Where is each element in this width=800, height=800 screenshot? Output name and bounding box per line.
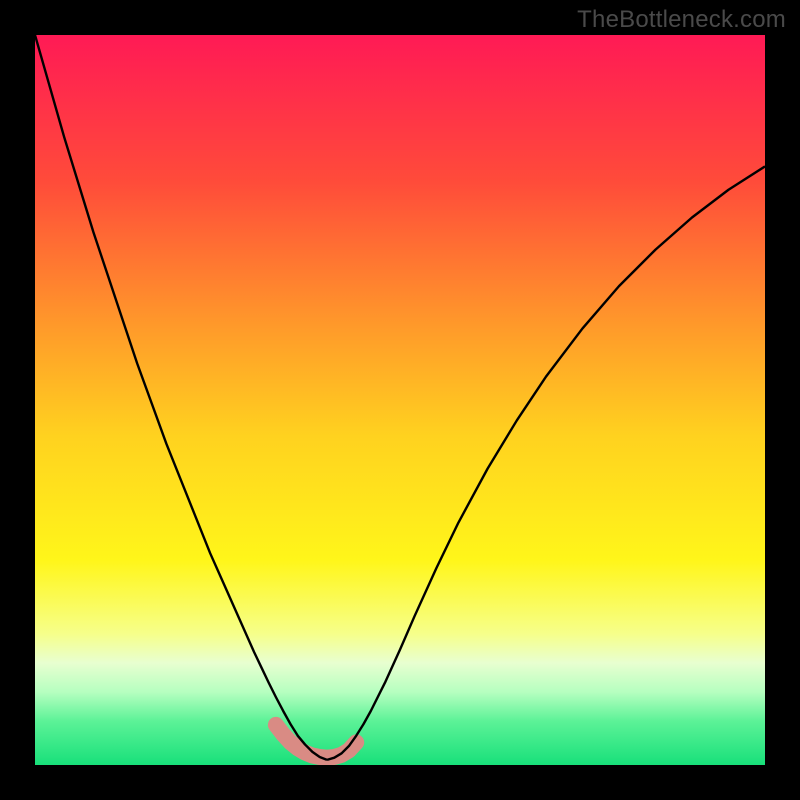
bottleneck-chart	[35, 35, 765, 765]
plot-area	[35, 35, 765, 765]
chart-frame: TheBottleneck.com	[0, 0, 800, 800]
attribution-label: TheBottleneck.com	[577, 6, 786, 34]
gradient-background	[35, 35, 765, 765]
